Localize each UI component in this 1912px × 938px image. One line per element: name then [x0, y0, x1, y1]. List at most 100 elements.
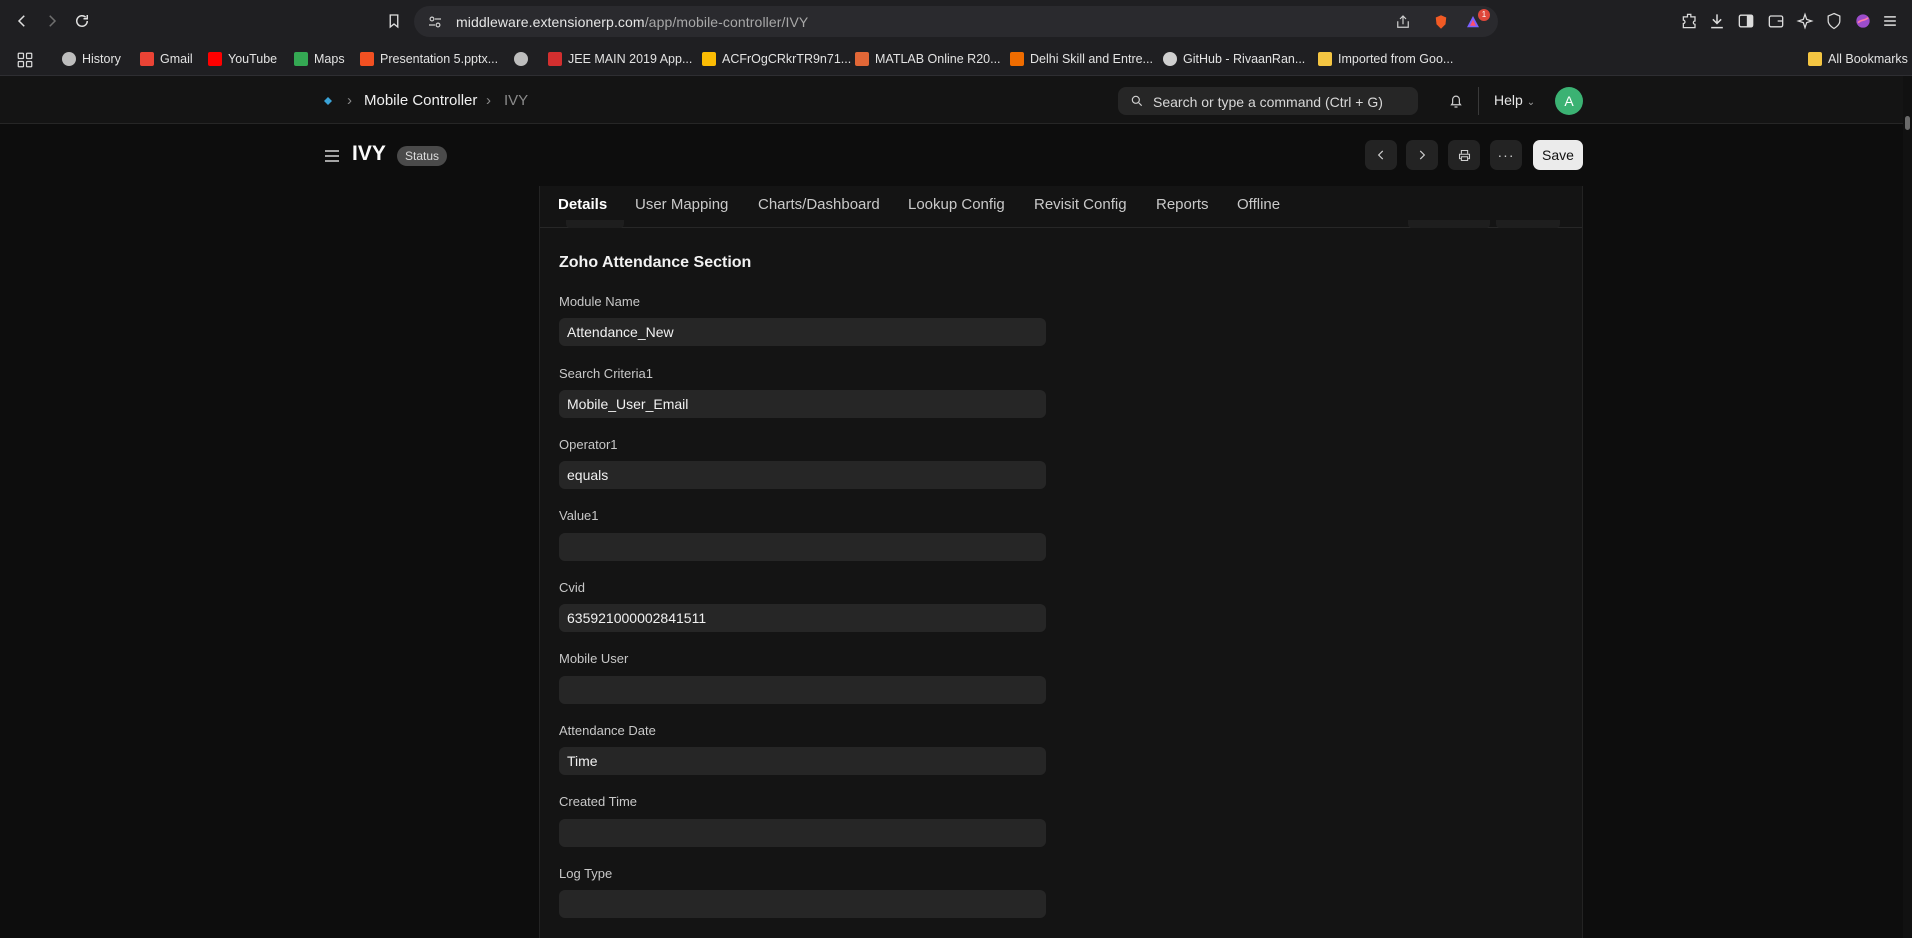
next-doc-button[interactable] — [1406, 140, 1438, 170]
tab-charts-dashboard[interactable]: Charts/Dashboard — [758, 196, 880, 213]
bookmark-item[interactable]: Gmail — [140, 49, 193, 69]
log-type-field[interactable] — [559, 890, 1046, 918]
maps-icon — [294, 52, 308, 66]
tab-revisit-config[interactable]: Revisit Config — [1034, 196, 1127, 213]
leo-ai-icon[interactable] — [1795, 11, 1815, 31]
chevron-right-icon — [1419, 150, 1426, 160]
app-navbar: › Mobile Controller › IVY Search or type… — [0, 76, 1912, 124]
reload-button[interactable] — [70, 9, 94, 33]
bookmark-label: Presentation 5.pptx... — [380, 52, 499, 66]
command-search-input[interactable]: Search or type a command (Ctrl + G) — [1118, 87, 1418, 115]
bookmark-label: Gmail — [160, 52, 193, 66]
form-tabs: Details User Mapping Charts/Dashboard Lo… — [540, 186, 1582, 228]
bookmark-label: MATLAB Online R20... — [875, 52, 1001, 66]
search-icon — [1131, 95, 1143, 107]
globe-icon — [514, 52, 528, 66]
sidebar-toggle-icon[interactable] — [323, 148, 341, 164]
cvid-field[interactable]: 635921000002841511 — [559, 604, 1046, 632]
form-card: Details User Mapping Charts/Dashboard Lo… — [539, 186, 1583, 938]
status-badge: Status — [397, 146, 448, 166]
bookmark-label: GitHub - RivaanRan... — [1183, 52, 1306, 66]
bookmark-item[interactable]: Maps — [294, 49, 345, 69]
log-type-label: Log Type — [559, 866, 613, 881]
extensions-icon[interactable] — [1680, 11, 1700, 31]
operator1-label: Operator1 — [559, 437, 618, 452]
menu-icon[interactable] — [1880, 11, 1900, 31]
bookmark-icon — [389, 14, 399, 29]
breadcrumb-mobile-controller[interactable]: Mobile Controller — [364, 92, 477, 109]
mobile-user-label: Mobile User — [559, 651, 629, 666]
gmail-icon — [140, 52, 154, 66]
page-scrollbar[interactable] — [1903, 76, 1912, 938]
scrolled-button-edge — [1408, 220, 1490, 228]
operator1-field[interactable]: equals — [559, 461, 1046, 489]
bookmark-item[interactable]: Presentation 5.pptx... — [360, 49, 498, 69]
site-settings-icon[interactable] — [426, 13, 444, 31]
bookmark-item[interactable]: MATLAB Online R20... — [855, 49, 1001, 69]
arrow-right-icon — [49, 15, 57, 27]
value1-label: Value1 — [559, 508, 599, 523]
scrolled-button-edge — [1496, 220, 1560, 228]
tab-user-mapping[interactable]: User Mapping — [635, 196, 728, 213]
search-criteria1-label: Search Criteria1 — [559, 366, 653, 381]
ellipsis-icon: ··· — [1497, 147, 1515, 163]
bookmark-item[interactable]: ACFrOgCRkrTR9n71... — [702, 49, 851, 69]
profile-icon[interactable] — [1853, 11, 1873, 31]
search-criteria1-field[interactable]: Mobile_User_Email — [559, 390, 1046, 418]
dseu-icon — [1010, 52, 1024, 66]
section-title: Zoho Attendance Section — [559, 254, 752, 271]
brave-shield-icon[interactable] — [1432, 13, 1450, 31]
bookmark-item[interactable]: YouTube — [208, 49, 277, 69]
apps-grid-icon[interactable] — [16, 51, 34, 69]
module-name-field[interactable]: Attendance_New — [559, 318, 1046, 346]
module-name-label: Module Name — [559, 294, 640, 309]
youtube-icon — [208, 52, 222, 66]
attendance-date-field[interactable]: Time — [559, 747, 1046, 775]
bookmark-item[interactable]: Delhi Skill and Entre... — [1010, 49, 1153, 69]
cvid-label: Cvid — [559, 580, 586, 595]
bookmark-item[interactable]: Imported from Goo... — [1318, 49, 1453, 69]
share-icon[interactable] — [1394, 13, 1412, 31]
drive-icon — [702, 52, 716, 66]
tab-reports[interactable]: Reports — [1156, 196, 1209, 213]
bookmark-page-button[interactable] — [382, 9, 406, 33]
sidebar-icon[interactable] — [1736, 11, 1756, 31]
jee-icon — [548, 52, 562, 66]
save-button[interactable]: Save — [1533, 140, 1583, 170]
tab-details[interactable]: Details — [558, 196, 607, 213]
bell-icon[interactable] — [1447, 92, 1465, 110]
scrollbar-thumb[interactable] — [1905, 116, 1910, 130]
created-time-label: Created Time — [559, 794, 638, 809]
scrolled-button-edge — [566, 220, 624, 228]
tab-lookup-config[interactable]: Lookup Config — [908, 196, 1005, 213]
bookmark-item[interactable]: JEE MAIN 2019 App... — [548, 49, 692, 69]
more-actions-button[interactable]: ··· — [1490, 140, 1522, 170]
github-icon — [1163, 52, 1177, 66]
app-logo-icon[interactable] — [322, 95, 334, 107]
folder-icon — [1808, 52, 1822, 66]
value1-field[interactable] — [559, 533, 1046, 561]
vpn-icon[interactable] — [1824, 11, 1844, 31]
help-dropdown[interactable]: Help ⌄ — [1494, 92, 1535, 108]
bookmark-item[interactable] — [514, 49, 528, 69]
address-bar[interactable]: middleware.extensionerp.com/app/mobile-c… — [414, 6, 1498, 37]
bookmark-item[interactable]: GitHub - RivaanRan... — [1163, 49, 1305, 69]
clock-icon — [62, 52, 76, 66]
bookmark-label: Delhi Skill and Entre... — [1030, 52, 1153, 66]
back-button[interactable] — [10, 9, 34, 33]
print-button[interactable] — [1448, 140, 1480, 170]
reload-icon — [76, 15, 88, 27]
forward-button[interactable] — [40, 9, 64, 33]
bookmark-item[interactable]: History — [62, 49, 121, 69]
all-bookmarks[interactable]: All Bookmarks — [1808, 49, 1908, 69]
divider — [1478, 87, 1479, 115]
wallet-icon[interactable] — [1766, 11, 1786, 31]
page-header: IVY Status ··· Save — [0, 124, 1912, 186]
previous-doc-button[interactable] — [1365, 140, 1397, 170]
mobile-user-field[interactable] — [559, 676, 1046, 704]
download-icon[interactable] — [1707, 11, 1727, 31]
created-time-field[interactable] — [559, 819, 1046, 847]
breadcrumb-ivy[interactable]: IVY — [504, 92, 528, 109]
tab-offline[interactable]: Offline — [1237, 196, 1280, 213]
avatar[interactable]: A — [1555, 87, 1583, 115]
